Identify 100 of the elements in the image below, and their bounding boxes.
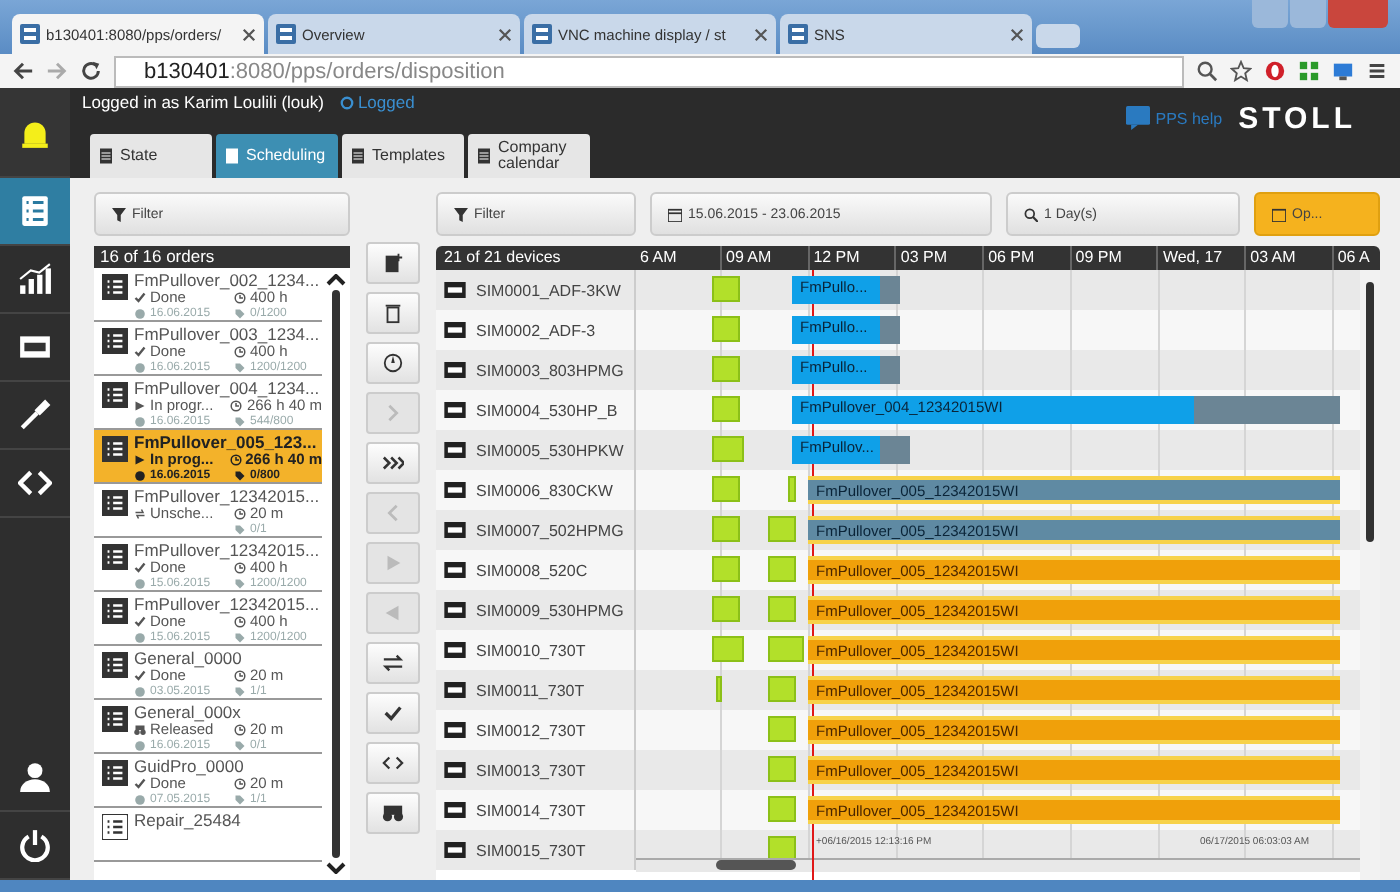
machine-icon <box>444 802 466 818</box>
order-name: FmPullover_12342015... <box>134 486 320 506</box>
star-icon[interactable] <box>1230 60 1252 82</box>
check-icon <box>134 562 146 575</box>
tag-icon <box>234 794 246 806</box>
sidebar-item[interactable] <box>0 88 70 178</box>
logout-link[interactable]: Logged <box>339 92 415 112</box>
check-icon <box>382 702 404 724</box>
toolbar-button[interactable] <box>366 442 420 484</box>
list-icon <box>102 652 128 678</box>
reload-icon[interactable] <box>80 60 102 82</box>
tag-icon <box>234 470 246 482</box>
help-icon <box>1125 106 1150 130</box>
order-name: FmPullover_12342015... <box>134 594 320 614</box>
device-cell[interactable]: SIM0015_730T <box>436 830 636 870</box>
machine-icon <box>444 482 466 498</box>
order-name: FmPullover_005_123... <box>134 432 319 452</box>
toolbar-button[interactable] <box>366 292 420 334</box>
filter-icon <box>112 207 126 221</box>
machine-icon <box>444 722 466 738</box>
machine-icon <box>444 642 466 658</box>
scrollbar[interactable] <box>636 858 1360 872</box>
check-icon <box>134 778 146 791</box>
document-icon <box>478 148 490 164</box>
code-icon <box>382 752 404 774</box>
machine-icon <box>444 362 466 378</box>
machine-icon <box>444 682 466 698</box>
binoculars-icon <box>134 724 146 737</box>
list-icon <box>102 436 128 462</box>
toolbar-button[interactable] <box>366 692 420 734</box>
machine-icon <box>18 330 52 364</box>
search-icon[interactable] <box>1196 60 1218 82</box>
order-name: GuidPro_0000 <box>134 756 246 776</box>
list-icon <box>102 760 128 786</box>
opera-icon[interactable] <box>1264 60 1286 82</box>
document-add-icon <box>382 252 404 274</box>
bar-chart-icon <box>18 262 52 296</box>
close-icon[interactable] <box>498 27 512 41</box>
toolbar-button[interactable] <box>366 342 420 384</box>
order-name: FmPullover_12342015... <box>134 540 320 560</box>
login-text: Logged in as Karim Loulili (louk) <box>82 92 324 112</box>
triangle-left-icon <box>382 602 404 624</box>
list-icon <box>102 544 128 570</box>
binoculars-icon <box>382 802 404 824</box>
tab[interactable]: Templates <box>342 134 464 178</box>
tag-icon <box>234 524 246 536</box>
chevron-up-icon[interactable] <box>326 274 346 286</box>
page-icon <box>788 24 808 44</box>
tab[interactable]: State <box>90 134 212 178</box>
toolbar-button[interactable] <box>366 792 420 834</box>
tag-icon <box>234 740 246 752</box>
monitor-extension-icon[interactable] <box>1332 60 1354 82</box>
check-icon <box>134 670 146 683</box>
close-icon[interactable] <box>242 27 256 41</box>
devices-count: 21 of 21 devices <box>442 246 563 270</box>
order-name: FmPullover_003_1234... <box>134 324 320 344</box>
menu-icon[interactable] <box>1366 60 1388 82</box>
toolbar-button[interactable] <box>366 242 420 284</box>
chevron-left-icon <box>382 502 404 524</box>
close-icon[interactable] <box>754 27 768 41</box>
toolbar-button[interactable] <box>366 642 420 684</box>
filter-icon <box>454 207 468 221</box>
grid-extension-icon[interactable] <box>1298 60 1320 82</box>
play-icon <box>134 454 146 467</box>
swap-icon <box>134 508 146 521</box>
sidebar-item[interactable] <box>0 178 70 246</box>
tab[interactable]: Scheduling <box>216 134 338 178</box>
tag-icon <box>234 686 246 698</box>
chevron-down-icon[interactable] <box>326 862 346 874</box>
screwdriver-icon <box>18 398 52 432</box>
address-field[interactable]: b130401:8080/pps/orders/disposition <box>114 55 1184 87</box>
machine-icon <box>444 562 466 578</box>
user-icon <box>18 760 52 794</box>
scrollbar[interactable] <box>1360 270 1380 880</box>
check-icon <box>134 346 146 359</box>
list-icon <box>18 194 52 228</box>
list-icon <box>102 490 128 516</box>
page-icon <box>532 24 552 44</box>
order-name: FmPullover_004_1234... <box>134 378 322 398</box>
back-arrow-icon[interactable] <box>12 60 34 82</box>
triple-chevron-icon <box>382 452 404 474</box>
compass-icon <box>382 352 404 374</box>
check-icon <box>134 292 146 305</box>
toolbar-button[interactable] <box>366 742 420 784</box>
machine-icon <box>444 522 466 538</box>
play-icon <box>382 552 404 574</box>
list-icon <box>102 382 128 408</box>
machine-icon <box>444 842 466 858</box>
power-icon <box>18 828 52 862</box>
close-icon[interactable] <box>1010 27 1024 41</box>
tab[interactable]: Company calendar <box>468 134 590 178</box>
scrollbar[interactable] <box>322 268 350 880</box>
order-name: General_0000 <box>134 648 244 668</box>
order-item[interactable]: Repair_25484 <box>94 808 322 862</box>
search-icon <box>1024 207 1038 221</box>
play-icon <box>134 400 146 413</box>
chevron-right-icon <box>382 402 404 424</box>
trash-icon <box>382 302 404 324</box>
order-name: General_000x <box>134 702 243 722</box>
time-label: 6 AM <box>638 246 679 270</box>
